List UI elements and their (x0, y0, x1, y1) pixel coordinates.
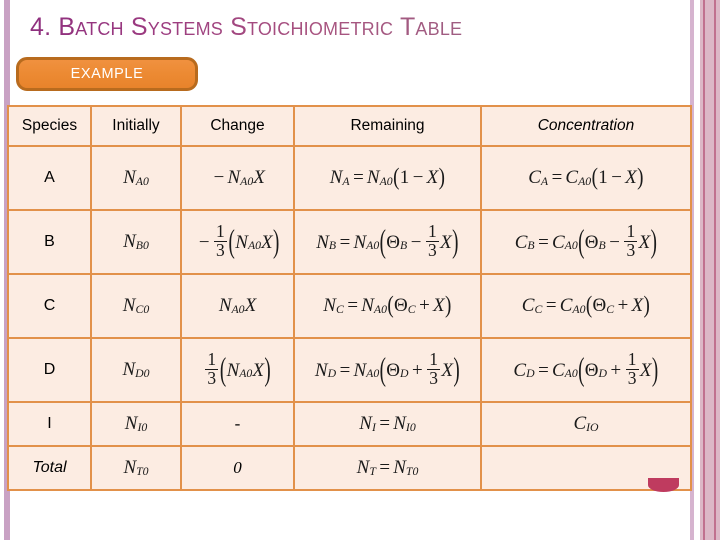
cell-species: D (7, 337, 92, 403)
cell-species: I (7, 401, 92, 447)
table-row: I N I0 - N I = N I0 C IO (7, 401, 692, 447)
cell-remaining: N D = N A0(Θ D +1 3 X) (293, 337, 482, 403)
example-button-label: EXAMPLE (70, 66, 144, 82)
cell-species: C (7, 273, 92, 339)
right-edge-line-left (703, 0, 705, 540)
cell-change: - (180, 401, 295, 447)
cell-initially: N A0 (90, 145, 182, 211)
table-row: C N C0 N A0 X N C = N A0(Θ C + X) C C = C A0(Θ C + X) (7, 273, 692, 339)
table-header-row: Species Initially Change Remaining Conce… (7, 105, 692, 147)
example-button[interactable]: EXAMPLE (16, 57, 198, 91)
cell-change: 0 (180, 445, 295, 491)
table-row: B N B0 −1 3(N A0 X) N B = N A0(Θ B −1 3 X) C B = C A0(Θ B… (7, 209, 692, 275)
column-header-remaining: Remaining (293, 105, 482, 147)
cell-initially: N I0 (90, 401, 182, 447)
cell-concentration: C IO (480, 401, 692, 447)
cell-change: − N A0 X (180, 145, 295, 211)
cell-species: Total (7, 445, 92, 491)
column-header-initially: Initially (90, 105, 182, 147)
column-header-concentration: Concentration (480, 105, 692, 147)
table-row: D N D0 1 3(N A0 X) N D = N A0(Θ D +1 3 X) C D = C A0(Θ D +… (7, 337, 692, 403)
page-title: 4. Batch Systems Stoichiometric Table (30, 13, 670, 42)
cell-concentration: C C = C A0(Θ C + X) (480, 273, 692, 339)
cell-concentration: C A = C A0(1− X) (480, 145, 692, 211)
column-header-species: Species (7, 105, 92, 147)
cell-change: −1 3(N A0 X) (180, 209, 295, 275)
stoichiometric-table: Species Initially Change Remaining Conce… (7, 105, 692, 491)
cell-remaining: N B = N A0(Θ B −1 3 X) (293, 209, 482, 275)
cell-initially: N B0 (90, 209, 182, 275)
decorative-half-disc (648, 478, 679, 492)
column-header-change: Change (180, 105, 295, 147)
cell-species: A (7, 145, 92, 211)
table-row: A N A0 − N A0 X N A = N A0(1− X) C A = C A0(1− X) (7, 145, 692, 211)
cell-remaining: N C = N A0(Θ C + X) (293, 273, 482, 339)
cell-change: 1 3(N A0 X) (180, 337, 295, 403)
cell-initially: N C0 (90, 273, 182, 339)
cell-concentration: C D = C A0(Θ D +1 3 X) (480, 337, 692, 403)
cell-initially: N T0 (90, 445, 182, 491)
slide: 4. Batch Systems Stoichiometric Table EX… (0, 0, 720, 540)
cell-remaining: N I = N I0 (293, 401, 482, 447)
table-row: Total N T0 0 N T = N T0 (7, 445, 692, 491)
cell-species: B (7, 209, 92, 275)
cell-initially: N D0 (90, 337, 182, 403)
right-edge-line-right (714, 0, 716, 540)
cell-remaining: N A = N A0(1− X) (293, 145, 482, 211)
cell-change: N A0 X (180, 273, 295, 339)
cell-remaining: N T = N T0 (293, 445, 482, 491)
cell-concentration: C B = C A0(Θ B −1 3 X) (480, 209, 692, 275)
